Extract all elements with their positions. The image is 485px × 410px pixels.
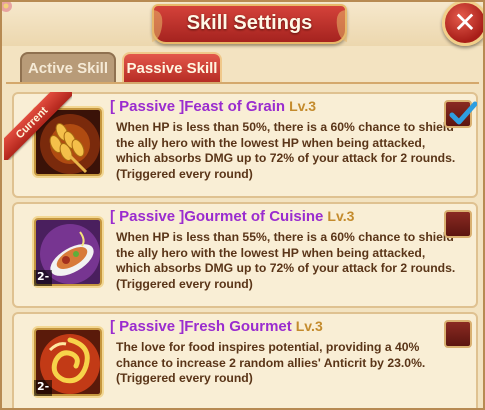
skill-card-gourmet-of-cuisine[interactable]: 2- [ Passive ]Gourmet of Cuisine Lv.3 Whe… — [12, 202, 478, 308]
tab-passive-skill[interactable]: Passive Skill — [122, 52, 222, 84]
header: Skill Settings ✕ — [2, 2, 483, 46]
skill-card-feast-of-grain[interactable]: Current [ Passive ]Feast of Grain Lv.3 Wh… — [4, 92, 478, 198]
skill-level: Lv.3 — [295, 318, 323, 334]
skill-card-fresh-gourmet[interactable]: 2- [ Passive ]Fresh Gourmet Lv.3 The love… — [12, 312, 478, 408]
corner-flower-icon — [2, 2, 12, 12]
skill-type: [ Passive ] — [110, 98, 185, 115]
skill-type: [ Passive ] — [110, 208, 185, 225]
tab-divider — [6, 82, 479, 84]
skill-description: The love for food inspires potential, pr… — [116, 340, 426, 385]
page-title: Skill Settings — [186, 12, 313, 34]
skill-type: [ Passive ] — [110, 318, 185, 335]
skill-title: [ Passive ]Feast of Grain Lv.3 — [110, 98, 316, 115]
skill-description: When HP is less than 55%, there is a 60%… — [116, 230, 456, 291]
select-checkbox[interactable] — [444, 100, 477, 128]
title-banner: Skill Settings — [152, 4, 347, 44]
checkmark-icon — [449, 101, 477, 125]
skill-level: Lv.3 — [289, 98, 317, 114]
skill-name: Feast of Grain — [184, 98, 286, 115]
close-button[interactable]: ✕ — [442, 2, 483, 46]
close-icon: ✕ — [453, 6, 477, 39]
skill-name: Fresh Gourmet — [184, 318, 292, 335]
level-badge: 2- — [34, 270, 53, 286]
skill-title: [ Passive ]Gourmet of Cuisine Lv.3 — [110, 208, 354, 225]
skill-name: Gourmet of Cuisine — [184, 208, 324, 225]
tab-bar: Active Skill Passive Skill — [2, 46, 483, 84]
tab-active-skill[interactable]: Active Skill — [20, 52, 116, 84]
select-checkbox[interactable] — [444, 210, 472, 238]
skill-list: Current [ Passive ]Feast of Grain Lv.3 Wh… — [4, 92, 478, 408]
skill-description: When HP is less than 50%, there is a 60%… — [116, 120, 456, 181]
current-badge: Current — [4, 92, 72, 160]
skill-title: [ Passive ]Fresh Gourmet Lv.3 — [110, 318, 323, 335]
skill-level: Lv.3 — [327, 208, 355, 224]
select-checkbox[interactable] — [444, 320, 472, 348]
level-badge: 2- — [34, 380, 53, 396]
skill-settings-panel: Skill Settings ✕ Active Skill Passive Sk… — [0, 0, 485, 410]
